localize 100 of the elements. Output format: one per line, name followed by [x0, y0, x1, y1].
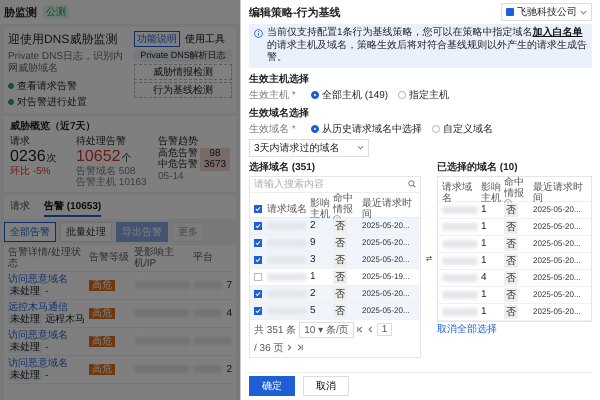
status-tag: 未处理 — [8, 342, 42, 353]
host-count: 5 — [310, 305, 317, 316]
status-tag: 未处理 — [8, 286, 42, 297]
radio-button[interactable] — [311, 90, 319, 98]
intro-tab[interactable]: 功能说明 — [134, 31, 180, 47]
count-text: 7 — [226, 280, 232, 291]
intel-tag: 否 — [333, 304, 347, 318]
overview-title: 威胁概览（近7天） — [10, 120, 97, 133]
stat-note: 告警域名 508 — [76, 166, 136, 177]
count-text: 2 — [226, 364, 232, 375]
trend-bar: 98 — [200, 148, 230, 159]
page-title: 胁监测 — [4, 6, 37, 20]
request-time: 2025-05-20... — [362, 238, 411, 247]
request-time: 2025-05-20... — [533, 273, 582, 282]
intro-tab[interactable]: 使用工具 — [182, 31, 228, 47]
request-time: 2025-05-20... — [362, 221, 411, 230]
range-select[interactable]: 3天内请求过的域名 — [249, 138, 369, 156]
whitelist-link[interactable]: 加入白名单 — [532, 27, 583, 38]
search-icon — [408, 180, 416, 188]
stat-value: 0236 — [10, 148, 46, 166]
intel-tag: 否 — [504, 270, 518, 284]
step-dot — [8, 83, 14, 89]
alert-link[interactable]: 访问恶意域名 — [8, 274, 86, 285]
alert-link[interactable]: 访问恶意域名 — [8, 330, 86, 341]
trend-title: 告警趋势 — [158, 136, 199, 148]
page-input[interactable]: 1 — [376, 323, 392, 336]
host-count: 2 — [310, 220, 317, 231]
first-page-icon[interactable] — [356, 326, 364, 333]
host-count: 1 — [481, 238, 488, 249]
host-count: 2 — [310, 288, 317, 299]
last-page-icon[interactable] — [296, 344, 304, 351]
column-header: 告警详情/处理状态 — [8, 246, 82, 269]
checkbox[interactable] — [254, 272, 262, 280]
redacted-domain — [442, 256, 478, 264]
column-header: 告警等级 — [89, 252, 130, 264]
redacted-domain — [267, 272, 307, 280]
intel-tag: 否 — [333, 252, 347, 266]
column-header: 请求域名 — [442, 182, 473, 204]
checkbox[interactable] — [254, 222, 262, 230]
table-title: 选择域名 (351) — [249, 160, 316, 174]
stat-unit: 个 — [122, 152, 132, 164]
transfer-arrows-icon — [425, 255, 433, 262]
diagram-node: Private DNS解析日志 — [134, 50, 232, 62]
radio-label[interactable]: 自定义域名 — [443, 122, 493, 136]
checkbox[interactable] — [254, 238, 262, 246]
status-tag: 公测 — [43, 5, 69, 19]
radio-button[interactable] — [311, 124, 319, 132]
host-count: 4 — [481, 272, 488, 283]
notice-text: 当前仅支持配置1条行为基线策略，您可以在策略中指定域名加入白名单 的请求主机及域名，策略生效后将对符合基线规则以外产生的请求生成告警。 — [267, 27, 587, 64]
radio-button[interactable] — [398, 90, 406, 98]
checkbox[interactable] — [254, 256, 262, 264]
redacted-domain — [442, 290, 478, 298]
cancel-button[interactable]: 取消 — [303, 376, 349, 396]
host-count: 9 — [310, 237, 317, 248]
total-count: 共 351 条 — [254, 324, 296, 336]
organization-select[interactable]: 飞驰科技公司 — [501, 3, 592, 21]
next-page-icon[interactable] — [286, 344, 294, 351]
column-header: 最近请求时间 — [362, 198, 413, 220]
checkbox[interactable] — [254, 290, 262, 298]
previous-page-icon[interactable] — [366, 326, 374, 333]
host-count: 3 — [310, 254, 317, 265]
host-count: 1 — [481, 221, 488, 232]
step-dot — [8, 99, 14, 105]
alert-link[interactable]: 访问恶意域名 — [8, 358, 86, 369]
alert-link[interactable]: 远控木马通信 — [8, 302, 86, 313]
request-time: 2025-05-20... — [362, 289, 411, 298]
request-time: 2025-05-20... — [533, 239, 582, 248]
list-tab[interactable]: 告警 (10653) — [44, 196, 102, 217]
toolbar-button[interactable]: 全部告警 — [4, 222, 56, 242]
list-tab[interactable]: 请求 — [10, 196, 30, 217]
severity-badge: 高危 — [89, 280, 115, 291]
radio-button[interactable] — [432, 124, 440, 132]
request-time: 2025-05-20... — [362, 306, 411, 315]
severity-badge: 高危 — [89, 308, 115, 319]
intel-tag: 否 — [504, 304, 518, 318]
radio-label[interactable]: 指定主机 — [409, 88, 450, 102]
intel-tag: 否 — [333, 270, 347, 284]
field-label: 生效主机 * — [249, 88, 297, 102]
redacted-domain — [442, 206, 478, 214]
toolbar-button[interactable]: 批量处理 — [60, 222, 112, 242]
radio-label[interactable]: 全部主机 (149) — [322, 88, 388, 102]
confirm-button[interactable]: 确定 — [249, 376, 295, 396]
request-time: 2025-05-20... — [362, 255, 411, 264]
request-time: 2025-05-20... — [533, 290, 582, 299]
stat-unit: 次 — [46, 152, 57, 164]
trend-bar: 3673 — [200, 159, 230, 170]
host-count: 1 — [481, 255, 488, 266]
info-icon — [254, 29, 263, 38]
page-size-select[interactable]: 10 ▾ 条/页 — [299, 322, 354, 338]
status-tag: 未处理 — [8, 314, 42, 325]
intel-tag: 否 — [504, 288, 518, 302]
radio-label[interactable]: 从历史请求域名中选择 — [322, 122, 422, 136]
count-text: 4 — [226, 308, 232, 319]
step-label: 查看请求告警 — [17, 80, 77, 93]
trend-label: 高危告警 — [158, 148, 198, 158]
clear-selection-link[interactable]: 取消全部选择 — [437, 324, 497, 334]
checkbox[interactable] — [254, 205, 262, 213]
column-header: 最近请求时间 — [533, 182, 584, 204]
redacted-domain — [442, 308, 478, 316]
checkbox[interactable] — [254, 306, 262, 314]
